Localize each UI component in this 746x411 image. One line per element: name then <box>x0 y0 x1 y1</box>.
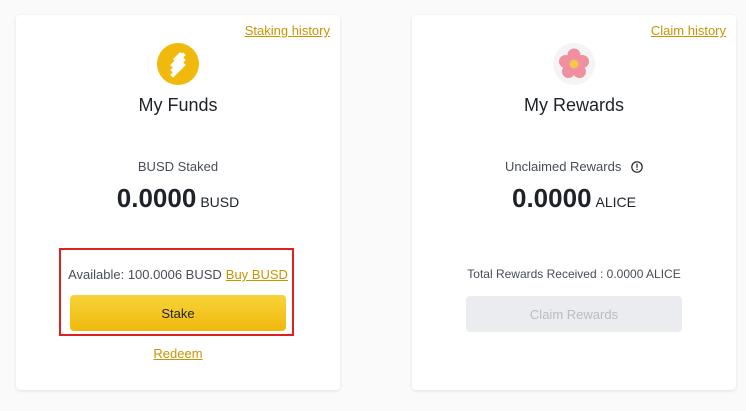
available-balance-row: Available: 100.0006 BUSD Buy BUSD <box>16 267 340 282</box>
buy-busd-link[interactable]: Buy BUSD <box>226 267 288 282</box>
busd-coin-icon <box>157 43 199 85</box>
staked-amount-value: 0.0000 <box>116 183 197 213</box>
total-rewards-received: Total Rewards Received : 0.0000 ALICE <box>467 267 681 281</box>
alice-token-flower-icon <box>553 43 595 85</box>
my-rewards-title: My Rewards <box>523 95 625 115</box>
unclaimed-rewards-row: Unclaimed Rewards <box>412 159 736 176</box>
my-funds-card: Staking history My Funds BUSD Staked 0.0… <box>16 15 340 390</box>
claim-rewards-button[interactable]: Claim Rewards <box>466 296 682 332</box>
busd-staked-label: BUSD Staked <box>137 159 219 174</box>
staked-amount-unit: BUSD <box>200 194 240 210</box>
redeem-link-text[interactable]: Redeem <box>153 346 202 361</box>
unclaimed-rewards-label: Unclaimed Rewards <box>505 159 622 174</box>
redeem-link: Redeem <box>16 346 340 361</box>
claim-history-link[interactable]: Claim history <box>651 23 726 38</box>
staking-history-link[interactable]: Staking history <box>245 23 330 38</box>
stake-button[interactable]: Stake <box>70 295 286 331</box>
staked-amount-row: 0.0000 BUSD <box>16 183 340 214</box>
info-icon[interactable] <box>631 161 643 176</box>
unclaimed-amount-unit: ALICE <box>595 194 636 210</box>
available-balance-text: Available: 100.0006 BUSD <box>68 267 222 282</box>
my-funds-title: My Funds <box>138 95 218 115</box>
my-rewards-card: Claim history My Rewards Unclaimed Rewar… <box>412 15 736 390</box>
unclaimed-amount-row: 0.0000 ALICE <box>412 183 736 214</box>
unclaimed-amount-value: 0.0000 <box>512 183 592 213</box>
